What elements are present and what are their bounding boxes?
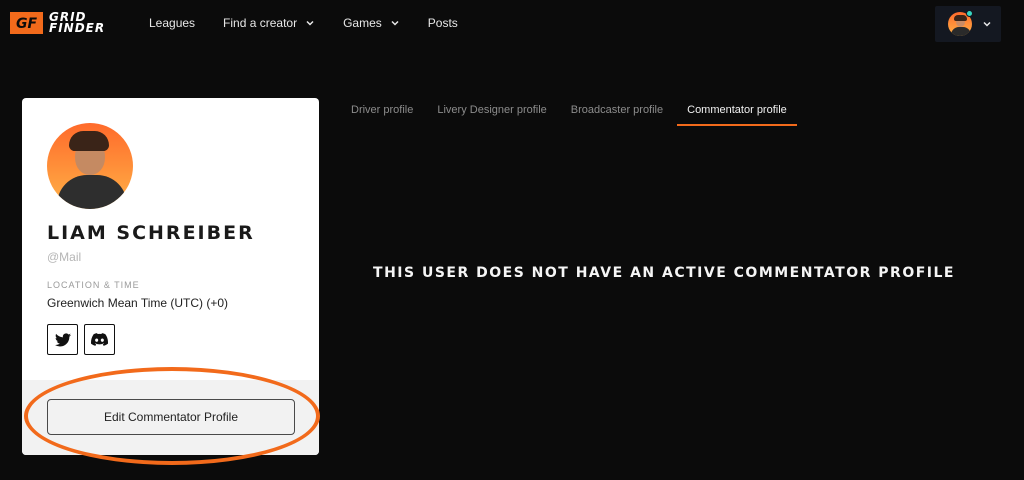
nav-leagues-label: Leagues xyxy=(149,16,196,30)
discord-link[interactable] xyxy=(84,324,115,355)
location-value: Greenwich Mean Time (UTC) (+0) xyxy=(47,296,229,310)
twitter-icon xyxy=(54,332,71,346)
logo-wordmark: GRID FINDER xyxy=(49,11,106,35)
logo-line-2: FINDER xyxy=(49,21,106,35)
chevron-down-icon xyxy=(391,20,399,26)
profile-tabs: Driver profile Livery Designer profile B… xyxy=(341,96,801,126)
tab-livery-designer-profile[interactable]: Livery Designer profile xyxy=(427,96,556,126)
tab-driver-profile[interactable]: Driver profile xyxy=(341,96,423,126)
main-nav: Leagues Find a creator Games Posts xyxy=(149,16,486,30)
gridfinder-logo[interactable]: GF GRID FINDER xyxy=(10,10,105,36)
online-status-dot xyxy=(966,10,973,17)
nav-games-label: Games xyxy=(343,16,382,30)
svg-text:GF: GF xyxy=(16,16,37,32)
nav-find-a-creator-label: Find a creator xyxy=(223,16,298,30)
chevron-down-icon xyxy=(983,21,991,27)
profile-card: LIAM SCHREIBER @Mail LOCATION & TIME Gre… xyxy=(22,98,319,455)
nav-posts-label: Posts xyxy=(427,16,458,30)
discord-icon xyxy=(91,333,108,346)
profile-avatar xyxy=(47,123,133,209)
nav-leagues[interactable]: Leagues xyxy=(149,16,195,30)
tab-commentator-profile[interactable]: Commentator profile xyxy=(677,96,797,126)
tab-broadcaster-profile[interactable]: Broadcaster profile xyxy=(561,96,673,126)
nav-posts[interactable]: Posts xyxy=(428,16,458,30)
edit-commentator-profile-button[interactable]: Edit Commentator Profile xyxy=(47,399,295,435)
empty-profile-message: THIS USER DOES NOT HAVE AN ACTIVE COMMEN… xyxy=(373,265,955,281)
top-navbar: GF GRID FINDER Leagues Find a creator Ga… xyxy=(0,0,1024,46)
gf-logo-icon: GF xyxy=(10,12,43,34)
nav-find-a-creator[interactable]: Find a creator xyxy=(223,16,315,30)
twitter-link[interactable] xyxy=(47,324,78,355)
profile-handle: @Mail xyxy=(47,250,82,264)
chevron-down-icon xyxy=(306,20,314,26)
location-label: LOCATION & TIME xyxy=(47,280,140,290)
nav-games[interactable]: Games xyxy=(343,16,400,30)
profile-name: LIAM SCHREIBER xyxy=(47,222,255,244)
